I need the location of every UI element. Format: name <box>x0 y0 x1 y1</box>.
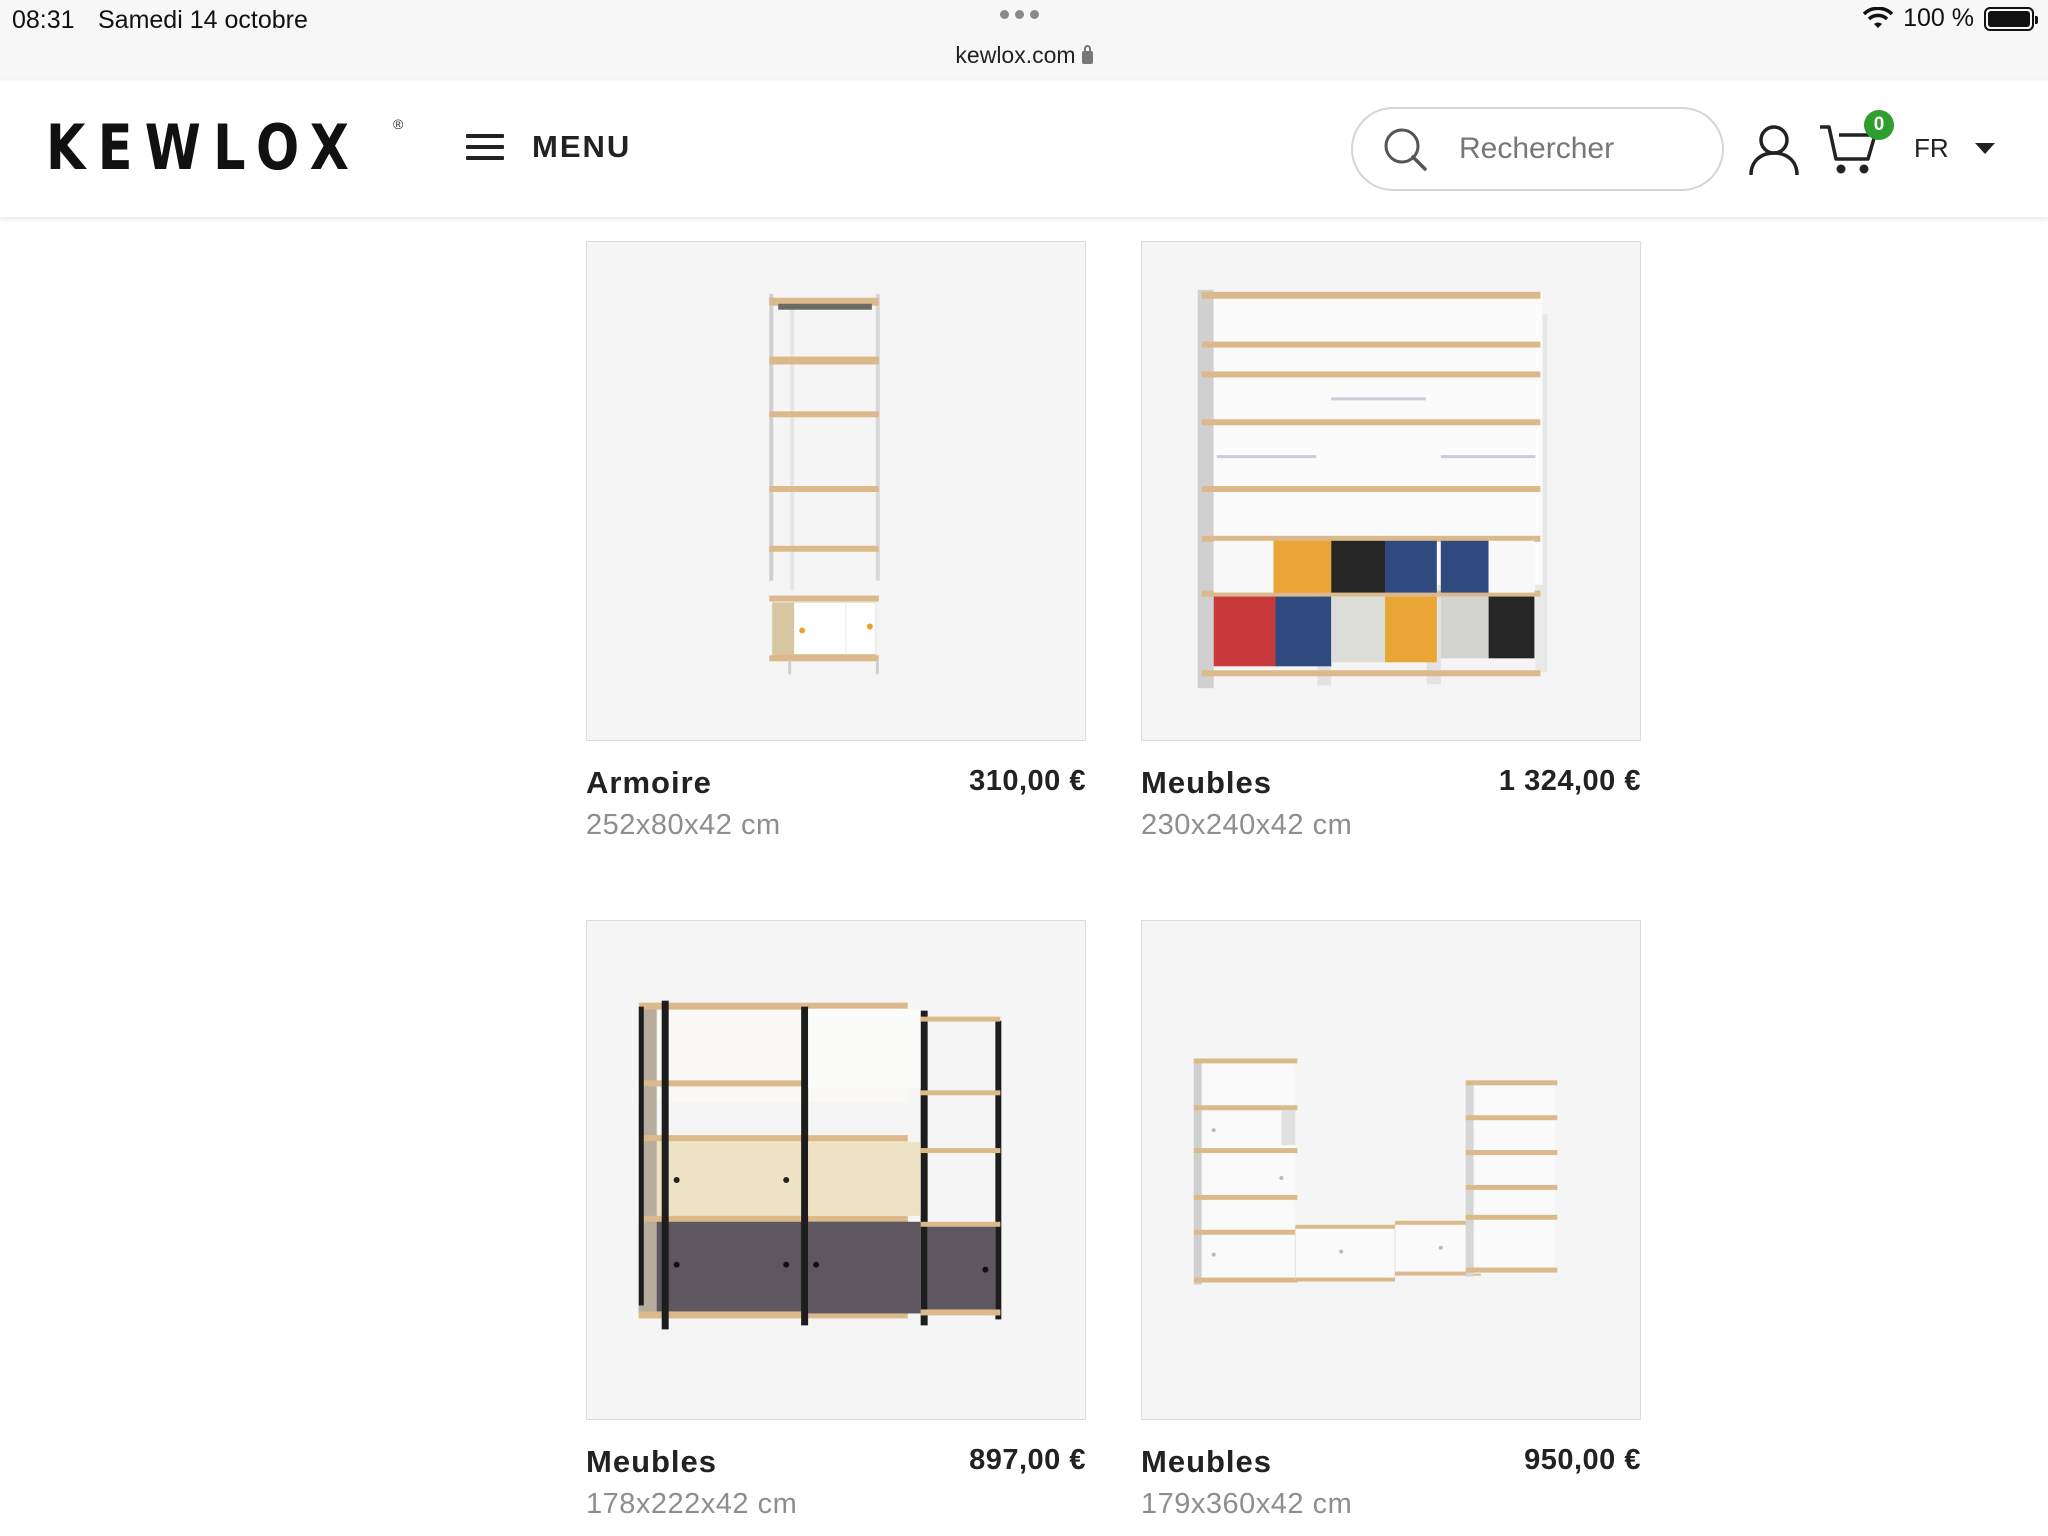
product-dimensions: 178x222x42 cm <box>586 1488 798 1520</box>
search-box[interactable] <box>1351 107 1724 191</box>
product-card[interactable]: Meubles 897,00 € 178x222x42 cm <box>586 920 1086 1521</box>
status-time: 08:31 <box>12 6 75 34</box>
product-name[interactable]: Meubles <box>586 1444 717 1480</box>
product-image[interactable] <box>1141 241 1641 741</box>
status-bar: 08:31 Samedi 14 octobre 100 % kewlox.com <box>0 0 2048 80</box>
product-price: 897,00 € <box>969 1444 1086 1476</box>
product-card[interactable]: Armoire 310,00 € 252x80x42 cm <box>586 241 1086 842</box>
product-name[interactable]: Meubles <box>1141 1444 1272 1480</box>
search-input[interactable] <box>1459 132 1699 166</box>
product-card[interactable]: Meubles 950,00 € 179x360x42 cm <box>1141 920 1641 1521</box>
wifi-icon <box>1863 6 1894 28</box>
product-dimensions: 230x240x42 cm <box>1141 809 1353 841</box>
product-price: 950,00 € <box>1524 1444 1641 1476</box>
product-image[interactable] <box>1141 920 1641 1420</box>
product-image[interactable] <box>586 241 1086 741</box>
language-selector[interactable]: FR <box>1914 133 1995 164</box>
hamburger-icon <box>466 134 504 160</box>
wardrobe-image <box>769 293 880 675</box>
user-account-icon[interactable] <box>1748 123 1800 177</box>
status-date: Samedi 14 octobre <box>98 6 308 34</box>
product-price: 310,00 € <box>969 765 1086 797</box>
language-label: FR <box>1914 133 1949 163</box>
furniture-image <box>1193 1058 1558 1285</box>
chevron-down-icon <box>1974 143 1995 154</box>
product-dimensions: 179x360x42 cm <box>1141 1488 1353 1520</box>
product-name[interactable]: Meubles <box>1141 765 1272 801</box>
product-card[interactable]: Meubles 1 324,00 € 230x240x42 cm <box>1141 241 1641 842</box>
url-text: kewlox.com <box>955 42 1076 68</box>
furniture-image <box>1197 289 1548 689</box>
menu-label: MENU <box>532 129 632 164</box>
battery-icon <box>1984 6 2038 31</box>
product-name[interactable]: Armoire <box>586 765 712 801</box>
multitask-dots-icon[interactable] <box>1000 10 1039 19</box>
product-dimensions: 252x80x42 cm <box>586 809 781 841</box>
site-header: KEWLOX ® MENU 0 FR <box>0 81 2048 217</box>
cart-count-badge: 0 <box>1864 110 1894 140</box>
battery-percent: 100 % <box>1903 4 1974 32</box>
registered-mark: ® <box>393 116 404 132</box>
product-price: 1 324,00 € <box>1498 765 1641 797</box>
status-indicators: 100 % <box>1863 4 2038 33</box>
product-image[interactable] <box>586 920 1086 1420</box>
menu-button[interactable]: MENU <box>466 129 631 165</box>
lock-icon <box>1081 45 1093 64</box>
furniture-image <box>638 1000 1002 1330</box>
kewlox-logo[interactable]: KEWLOX <box>46 111 361 184</box>
search-icon[interactable] <box>1381 125 1429 173</box>
address-bar[interactable]: kewlox.com <box>0 42 2048 69</box>
